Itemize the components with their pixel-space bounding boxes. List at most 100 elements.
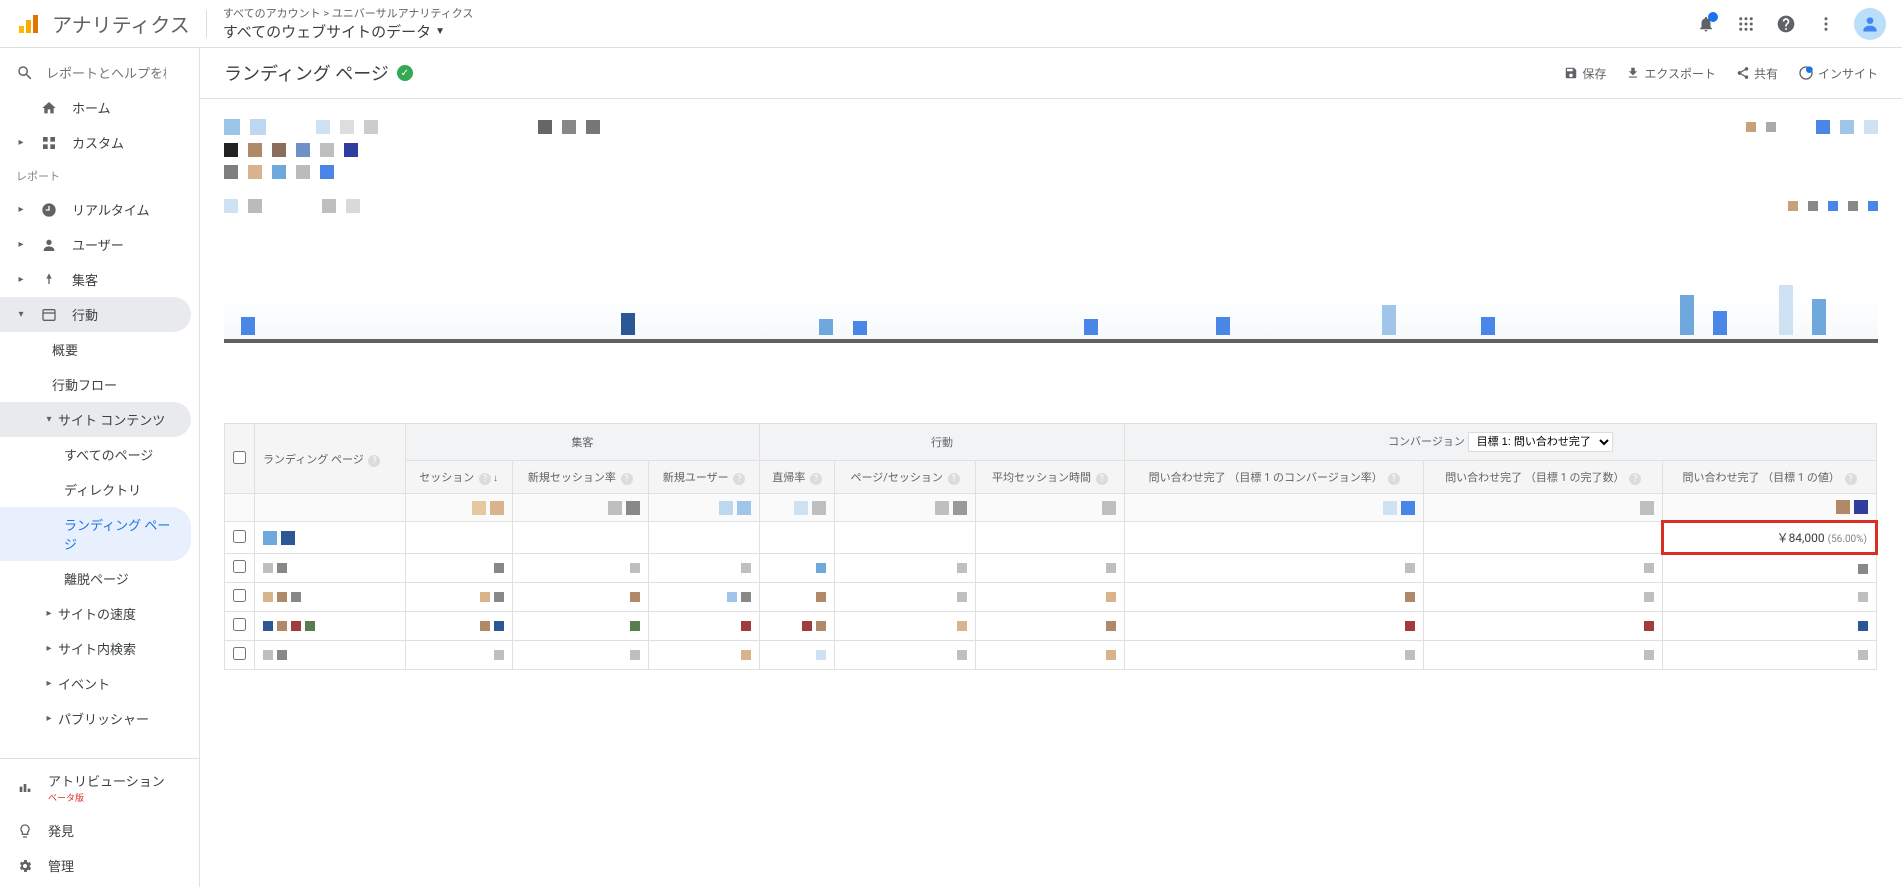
nav-custom[interactable]: ▸ カスタム (0, 125, 191, 160)
nav-label: ランディング ページ (64, 515, 175, 553)
layout: ホーム ▸ カスタム レポート ▸ リアルタイム ▸ ユーザー ▸ 集客 ▾ 行… (0, 48, 1902, 887)
report-content: ランディング ページ ? 集客 行動 コンバージョン 目標 1: 問い合わせ完了… (200, 99, 1902, 682)
clock-icon (40, 201, 58, 219)
col-pages-session[interactable]: ページ/セッション ? (834, 461, 975, 494)
action-label: 保存 (1582, 65, 1606, 82)
row-checkbox[interactable] (225, 522, 255, 554)
highlight-value: ￥84,000 (1777, 531, 1825, 545)
redacted-row (224, 143, 1878, 157)
nav-label: 離脱ページ (64, 569, 129, 588)
nav-label: 行動 (72, 305, 98, 324)
nav-acquisition[interactable]: ▸ 集客 (0, 262, 191, 297)
conversion-goal-select[interactable]: 目標 1: 問い合わせ完了 (1468, 432, 1613, 452)
nav-events[interactable]: ▸イベント (0, 666, 191, 701)
col-bounce-rate[interactable]: 直帰率 ? (760, 461, 835, 494)
header-actions (1694, 8, 1886, 40)
col-goal-rate[interactable]: 問い合わせ完了 （目標 1 のコンバージョン率） ? (1124, 461, 1424, 494)
table-row (225, 641, 1877, 670)
analytics-logo-icon (16, 12, 40, 36)
more-icon[interactable] (1814, 12, 1838, 36)
nav-exit-pages[interactable]: 離脱ページ (0, 561, 191, 596)
share-button[interactable]: 共有 (1736, 65, 1778, 82)
custom-icon (40, 134, 58, 152)
separator (206, 10, 207, 38)
nav-site-search[interactable]: ▸サイト内検索 (0, 631, 191, 666)
page-bar: ランディング ページ ✓ 保存 エクスポート 共有 インサイト (200, 48, 1902, 99)
row-checkbox[interactable] (225, 612, 255, 641)
chevron-down-icon: ▼ (435, 26, 445, 37)
home-icon (40, 99, 58, 117)
user-icon (40, 236, 58, 254)
nav-realtime[interactable]: ▸ リアルタイム (0, 192, 191, 227)
breadcrumb-view: すべてのウェブサイトのデータ (223, 21, 431, 42)
nav-label: リアルタイム (72, 200, 150, 219)
action-label: インサイト (1818, 65, 1878, 82)
col-goal-completions[interactable]: 問い合わせ完了 （目標 1 の完了数） ? (1424, 461, 1663, 494)
reports-section-label: レポート (0, 160, 199, 192)
col-goal-value[interactable]: 問い合わせ完了 （目標 1 の値） ? (1663, 461, 1877, 494)
page-actions: 保存 エクスポート 共有 インサイト (1564, 65, 1878, 82)
nav-attribution[interactable]: アトリビューションベータ版 (0, 763, 191, 813)
nav-label: 発見 (48, 821, 74, 840)
col-avg-duration[interactable]: 平均セッション時間 ? (976, 461, 1125, 494)
nav-discover[interactable]: 発見 (0, 813, 191, 848)
export-button[interactable]: エクスポート (1626, 65, 1716, 82)
nav-label: ユーザー (72, 235, 124, 254)
redacted-row (224, 165, 1878, 179)
nav-behavior[interactable]: ▾ 行動 (0, 297, 191, 332)
nav-label: カスタム (72, 133, 124, 152)
top-header: アナリティクス すべてのアカウント > ユニバーサルアナリティクス すべてのウェ… (0, 0, 1902, 48)
search-input[interactable] (46, 66, 166, 81)
nav-site-content[interactable]: ▾サイト コンテンツ (0, 402, 191, 437)
bottom-nav: アトリビューションベータ版 発見 管理 (0, 758, 199, 887)
nav-all-pages[interactable]: すべてのページ (0, 437, 191, 472)
redacted-row (224, 119, 1878, 135)
col-sessions[interactable]: セッション ?↓ (405, 461, 512, 494)
action-label: エクスポート (1644, 65, 1716, 82)
highlighted-value-cell: ￥84,000 (56.00%) (1663, 522, 1877, 554)
row-checkbox[interactable] (225, 641, 255, 670)
data-table: ランディング ページ ? 集客 行動 コンバージョン 目標 1: 問い合わせ完了… (224, 423, 1878, 670)
nav-site-speed[interactable]: ▸サイトの速度 (0, 596, 191, 631)
insights-button[interactable]: インサイト (1798, 65, 1878, 82)
row-checkbox[interactable] (225, 583, 255, 612)
table-row: ￥84,000 (56.00%) (225, 522, 1877, 554)
help-icon[interactable] (1774, 12, 1798, 36)
breadcrumb[interactable]: すべてのアカウント > ユニバーサルアナリティクス すべてのウェブサイトのデータ… (223, 5, 1694, 42)
row-checkbox[interactable] (225, 554, 255, 583)
col-landing-page[interactable]: ランディング ページ ? (255, 424, 406, 494)
nav-overview[interactable]: 概要 (0, 332, 191, 367)
behavior-icon (40, 306, 58, 324)
nav-directory[interactable]: ディレクトリ (0, 472, 191, 507)
col-group-behavior: 行動 (760, 424, 1124, 461)
nav-label: 集客 (72, 270, 98, 289)
avatar[interactable] (1854, 8, 1886, 40)
sidebar-search[interactable] (0, 56, 199, 90)
nav-admin[interactable]: 管理 (0, 848, 191, 883)
conversion-label: コンバージョン (1388, 435, 1465, 448)
apps-icon[interactable] (1734, 12, 1758, 36)
sidebar: ホーム ▸ カスタム レポート ▸ リアルタイム ▸ ユーザー ▸ 集客 ▾ 行… (0, 48, 200, 887)
nav-publisher[interactable]: ▸パブリッシャー (0, 701, 191, 736)
notifications-icon[interactable] (1694, 12, 1718, 36)
table-row (225, 554, 1877, 583)
nav-label: ディレクトリ (64, 480, 141, 499)
checkbox-header[interactable] (225, 424, 255, 494)
chart-area-redacted (224, 223, 1878, 343)
nav-landing-pages[interactable]: ランディング ページ (0, 507, 191, 561)
nav-label: 管理 (48, 856, 74, 875)
table-row (225, 612, 1877, 641)
save-button[interactable]: 保存 (1564, 65, 1606, 82)
nav-user[interactable]: ▸ ユーザー (0, 227, 191, 262)
action-label: 共有 (1754, 65, 1778, 82)
nav-home[interactable]: ホーム (0, 90, 191, 125)
search-icon (16, 64, 34, 82)
summary-row (225, 494, 1877, 522)
logo-wrap: アナリティクス (16, 9, 190, 38)
verified-icon: ✓ (397, 65, 413, 81)
breadcrumb-top: すべてのアカウント > ユニバーサルアナリティクス (223, 5, 1694, 21)
nav-behavior-flow[interactable]: 行動フロー (0, 367, 191, 402)
redacted-row (224, 199, 1878, 213)
col-new-session-rate[interactable]: 新規セッション率 ? (512, 461, 648, 494)
col-new-users[interactable]: 新規ユーザー ? (648, 461, 759, 494)
